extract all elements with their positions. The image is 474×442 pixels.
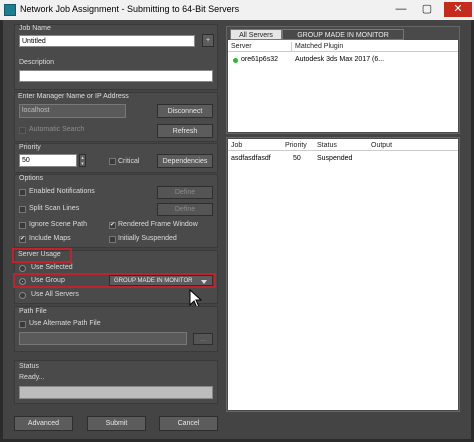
- ignore-scene-path-label: Ignore Scene Path: [29, 221, 87, 228]
- use-alternate-path-label: Use Alternate Path File: [29, 320, 101, 327]
- use-alternate-path-checkbox[interactable]: [19, 321, 26, 328]
- job-priority-cell: 50: [293, 155, 301, 162]
- maximize-button[interactable]: ▢: [418, 2, 436, 17]
- chevron-down-icon: [201, 280, 207, 284]
- server-plugin: Autodesk 3ds Max 2017 (6...: [295, 56, 385, 63]
- server-usage-label: Server Usage: [18, 251, 61, 258]
- priority-label: Priority: [19, 144, 41, 151]
- submit-button[interactable]: Submit: [87, 416, 146, 431]
- jobs-list: [228, 139, 458, 410]
- include-maps-checkbox[interactable]: [19, 235, 26, 243]
- output-column-header[interactable]: Output: [371, 142, 392, 149]
- dependencies-button[interactable]: Dependencies: [157, 154, 213, 168]
- job-name-label: Job Name: [19, 25, 51, 32]
- job-column-header[interactable]: Job: [231, 142, 242, 149]
- automatic-search-checkbox[interactable]: [19, 127, 26, 134]
- advanced-button[interactable]: Advanced: [14, 416, 73, 431]
- critical-checkbox[interactable]: [109, 158, 116, 165]
- manager-label: Enter Manager Name or IP Address: [18, 93, 129, 100]
- automatic-search-label: Automatic Search: [29, 126, 85, 133]
- use-group-radio[interactable]: [19, 278, 26, 285]
- status-text: Ready...: [19, 374, 45, 381]
- job-name-input[interactable]: Untitled: [19, 35, 195, 47]
- close-button[interactable]: ✕: [444, 2, 472, 17]
- critical-label: Critical: [118, 158, 140, 165]
- use-group-label: Use Group: [31, 277, 65, 284]
- progress-bar: [19, 386, 213, 399]
- define-notifications-button[interactable]: Define: [157, 186, 213, 199]
- tab-group-made-in-monitor[interactable]: GROUP MADE IN MONITOR: [282, 29, 404, 40]
- path-file-input[interactable]: [19, 332, 187, 345]
- use-all-servers-radio[interactable]: [19, 292, 26, 299]
- status-label: Status: [19, 363, 39, 370]
- manager-input[interactable]: localhost: [19, 104, 126, 118]
- description-label: Description: [19, 59, 55, 66]
- browse-button[interactable]: ...: [193, 333, 213, 345]
- server-column-header[interactable]: Server: [231, 43, 252, 50]
- title-bar: Network Job Assignment - Submitting to 6…: [0, 0, 474, 20]
- window-title: Network Job Assignment - Submitting to 6…: [20, 4, 240, 14]
- description-input[interactable]: [19, 70, 213, 82]
- initially-suspended-checkbox[interactable]: [109, 236, 116, 243]
- enabled-notifications-label: Enabled Notifications: [29, 188, 95, 195]
- add-job-button[interactable]: +: [202, 34, 214, 47]
- rendered-frame-window-checkbox[interactable]: [109, 221, 116, 229]
- online-status-icon: [233, 58, 238, 63]
- minimize-button[interactable]: —: [392, 2, 410, 17]
- priority-input[interactable]: 50: [19, 154, 77, 167]
- enabled-notifications-checkbox[interactable]: [19, 189, 26, 196]
- job-name-cell: asdfasdfasdf: [231, 155, 271, 162]
- servers-list: [228, 40, 458, 132]
- rendered-frame-window-label: Rendered Frame Window: [118, 221, 198, 228]
- include-maps-label: Include Maps: [29, 235, 71, 242]
- group-dropdown[interactable]: GROUP MADE IN MONITOR: [109, 275, 213, 286]
- use-selected-label: Use Selected: [31, 264, 73, 271]
- group-dropdown-value: GROUP MADE IN MONITOR: [114, 277, 193, 284]
- app-icon: [4, 4, 16, 16]
- job-status-cell: Suspended: [317, 155, 353, 162]
- split-scan-lines-label: Split Scan Lines: [29, 205, 80, 212]
- options-label: Options: [19, 175, 44, 182]
- disconnect-button[interactable]: Disconnect: [157, 104, 213, 118]
- plugin-column-header[interactable]: Matched Plugin: [295, 43, 343, 50]
- initially-suspended-label: Initially Suspended: [118, 235, 177, 242]
- priority-column-header[interactable]: Priority: [285, 142, 307, 149]
- ignore-scene-path-checkbox[interactable]: [19, 222, 26, 229]
- refresh-button[interactable]: Refresh: [157, 124, 213, 138]
- cancel-button[interactable]: Cancel: [159, 416, 218, 431]
- tab-all-servers[interactable]: All Servers: [230, 29, 282, 40]
- path-file-label: Path File: [19, 308, 47, 315]
- define-split-button[interactable]: Define: [157, 203, 213, 216]
- split-scan-lines-checkbox[interactable]: [19, 206, 26, 213]
- use-selected-radio[interactable]: [19, 265, 26, 272]
- column-divider: [291, 42, 292, 51]
- use-all-servers-label: Use All Servers: [31, 291, 79, 298]
- server-name: ore61p6s32: [241, 56, 278, 63]
- priority-spinner[interactable]: ▴ ▾: [79, 154, 86, 167]
- jobs-header: [228, 140, 458, 151]
- status-column-header[interactable]: Status: [317, 142, 337, 149]
